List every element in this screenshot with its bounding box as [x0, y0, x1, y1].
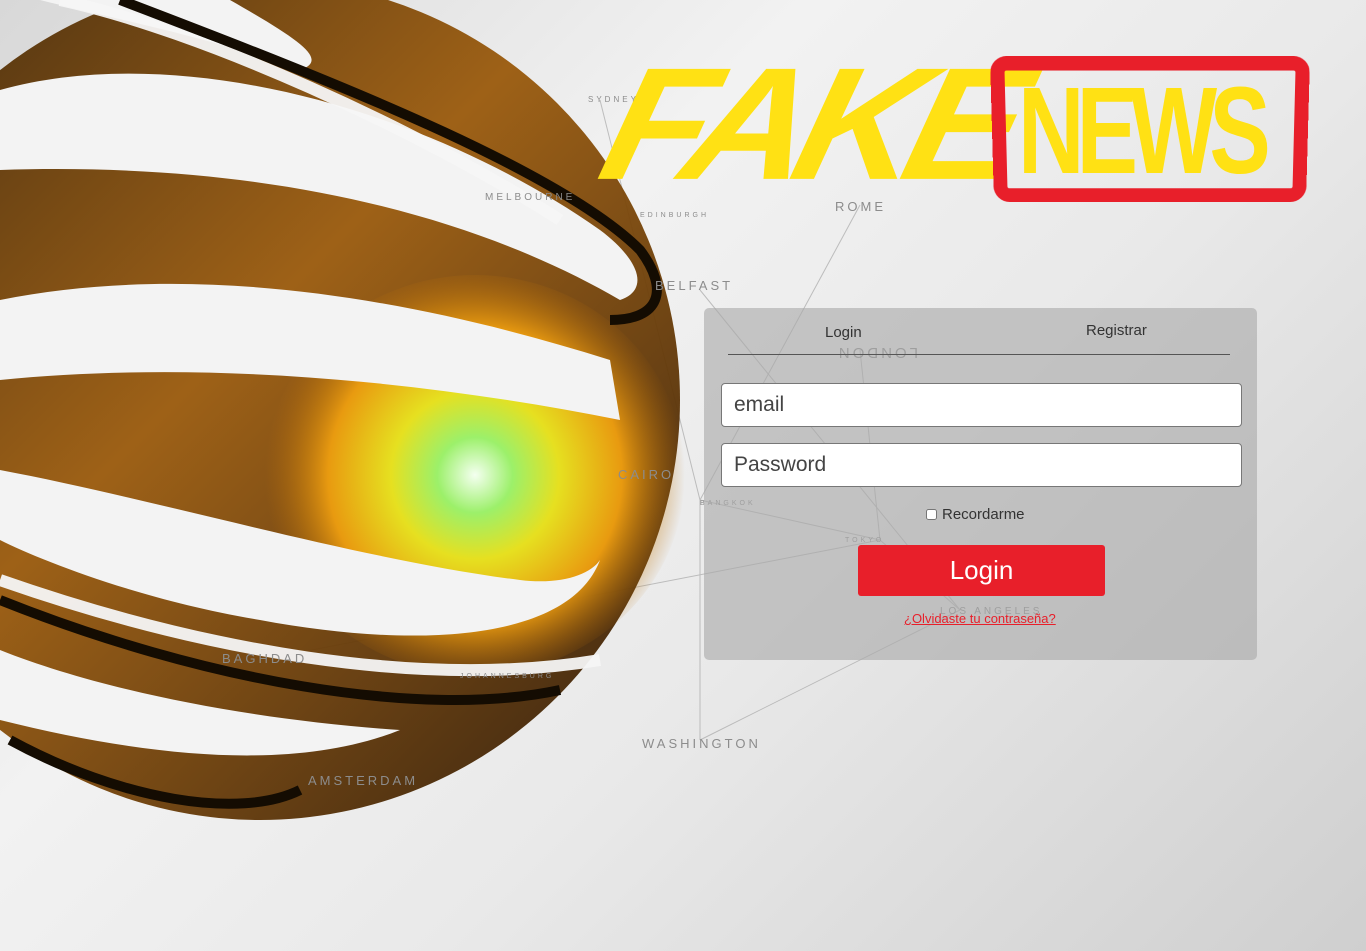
remember-me[interactable]: Recordarme — [926, 506, 1025, 523]
forgot-password-link[interactable]: ¿Olvidaste tu contraseña? — [904, 611, 1056, 626]
login-panel: Login Registrar Recordarme Login ¿Olvida… — [704, 308, 1257, 660]
svg-text:WASHINGTON: WASHINGTON — [642, 736, 761, 751]
svg-text:BAGHDAD: BAGHDAD — [222, 651, 307, 666]
fake-news-logo: FAKE NEWS — [586, 35, 1340, 225]
svg-text:BELFAST: BELFAST — [655, 278, 733, 293]
email-field[interactable] — [721, 383, 1242, 427]
tab-register[interactable]: Registrar — [1086, 322, 1147, 339]
tab-login[interactable]: Login — [825, 324, 862, 341]
remember-label: Recordarme — [942, 506, 1025, 523]
remember-checkbox[interactable] — [926, 509, 937, 520]
svg-text:CAIRO: CAIRO — [618, 467, 674, 482]
svg-text:MELBOURNE: MELBOURNE — [485, 192, 575, 203]
login-button[interactable]: Login — [858, 545, 1105, 596]
logo-news-text: NEWS — [1018, 61, 1271, 201]
svg-text:AMSTERDAM: AMSTERDAM — [308, 773, 418, 788]
logo-fake-text: FAKE — [586, 34, 1034, 214]
svg-text:JOHANNESBURG: JOHANNESBURG — [460, 673, 554, 680]
password-field[interactable] — [721, 443, 1242, 487]
auth-tabs: Login Registrar — [728, 308, 1230, 355]
